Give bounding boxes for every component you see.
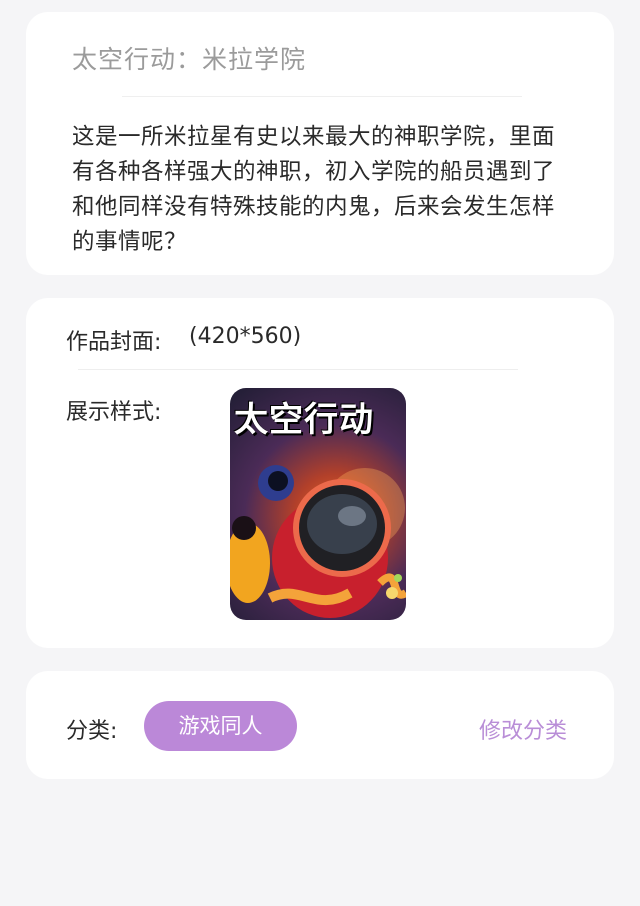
edit-category-link[interactable]: 修改分类 bbox=[479, 713, 567, 745]
category-card: 分类: 游戏同人 修改分类 bbox=[26, 671, 614, 779]
category-tag[interactable]: 游戏同人 bbox=[144, 701, 297, 751]
cover-title: 太空行动 bbox=[234, 400, 374, 440]
cover-image[interactable]: 太空行动 bbox=[230, 388, 406, 620]
cover-size: (420*560) bbox=[189, 324, 302, 349]
cover-card: 作品封面: (420*560) 展示样式: 太空行动 bbox=[26, 298, 614, 648]
story-card: 太空行动：米拉学院 这是一所米拉星有史以来最大的神职学院，里面有各种各样强大的神… bbox=[26, 12, 614, 275]
cover-label: 作品封面: bbox=[66, 330, 162, 355]
story-description[interactable]: 这是一所米拉星有史以来最大的神职学院，里面有各种各样强大的神职，初入学院的船员遇… bbox=[72, 120, 577, 260]
display-style-label: 展示样式: bbox=[66, 400, 162, 425]
story-title[interactable]: 太空行动：米拉学院 bbox=[72, 40, 306, 76]
category-label: 分类: bbox=[66, 719, 118, 744]
divider bbox=[122, 96, 522, 97]
divider bbox=[78, 369, 518, 370]
